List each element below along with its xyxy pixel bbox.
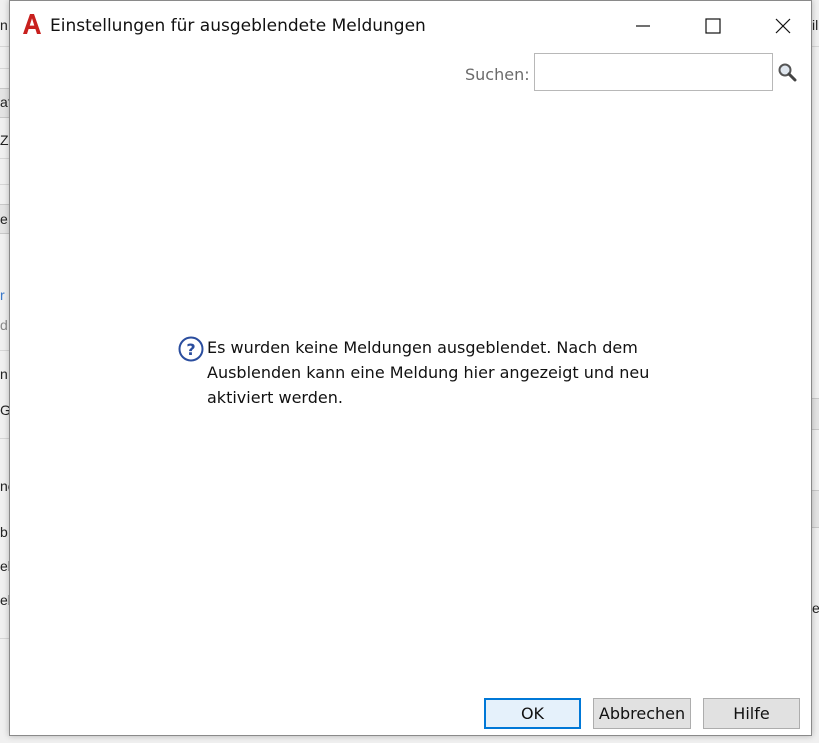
bg-toolbar-box xyxy=(812,398,819,430)
bg-divider xyxy=(0,350,9,351)
help-button[interactable]: Hilfe xyxy=(703,698,800,729)
ok-button[interactable]: OK xyxy=(484,698,581,729)
close-icon xyxy=(775,18,791,34)
minimize-button[interactable] xyxy=(620,1,666,51)
magnifier-icon[interactable] xyxy=(777,62,797,82)
bg-text: n xyxy=(0,366,8,382)
help-question-icon: ? xyxy=(178,336,204,362)
maximize-button[interactable] xyxy=(690,1,736,51)
search-input[interactable] xyxy=(534,53,773,91)
bg-divider xyxy=(0,68,9,69)
bg-text: il xyxy=(812,17,819,33)
bg-divider xyxy=(812,46,819,47)
bg-divider xyxy=(0,46,9,47)
maximize-icon xyxy=(705,18,721,34)
svg-text:?: ? xyxy=(186,340,195,359)
bg-text: er xyxy=(812,600,819,616)
bg-text: n xyxy=(0,17,8,33)
title-bar[interactable]: Einstellungen für ausgeblendete Meldunge… xyxy=(10,1,811,51)
bg-text: b xyxy=(0,524,8,540)
bg-divider xyxy=(0,438,9,439)
bg-divider xyxy=(0,184,9,185)
hidden-messages-dialog: Einstellungen für ausgeblendete Meldunge… xyxy=(9,0,812,736)
minimize-icon xyxy=(636,25,650,27)
bg-text: e xyxy=(0,211,8,227)
bg-divider xyxy=(0,158,9,159)
bg-divider xyxy=(0,638,9,639)
bg-text: d xyxy=(0,317,8,333)
message-text: Es wurden keine Meldungen ausgeblendet. … xyxy=(207,338,650,407)
bg-text: r xyxy=(0,287,5,303)
autocad-a-icon xyxy=(22,13,42,35)
search-label: Suchen: xyxy=(465,65,530,84)
cancel-button[interactable]: Abbrechen xyxy=(593,698,691,729)
close-button[interactable] xyxy=(760,1,806,51)
bg-toolbar-box xyxy=(812,490,819,528)
dialog-title: Einstellungen für ausgeblendete Meldunge… xyxy=(50,16,426,36)
